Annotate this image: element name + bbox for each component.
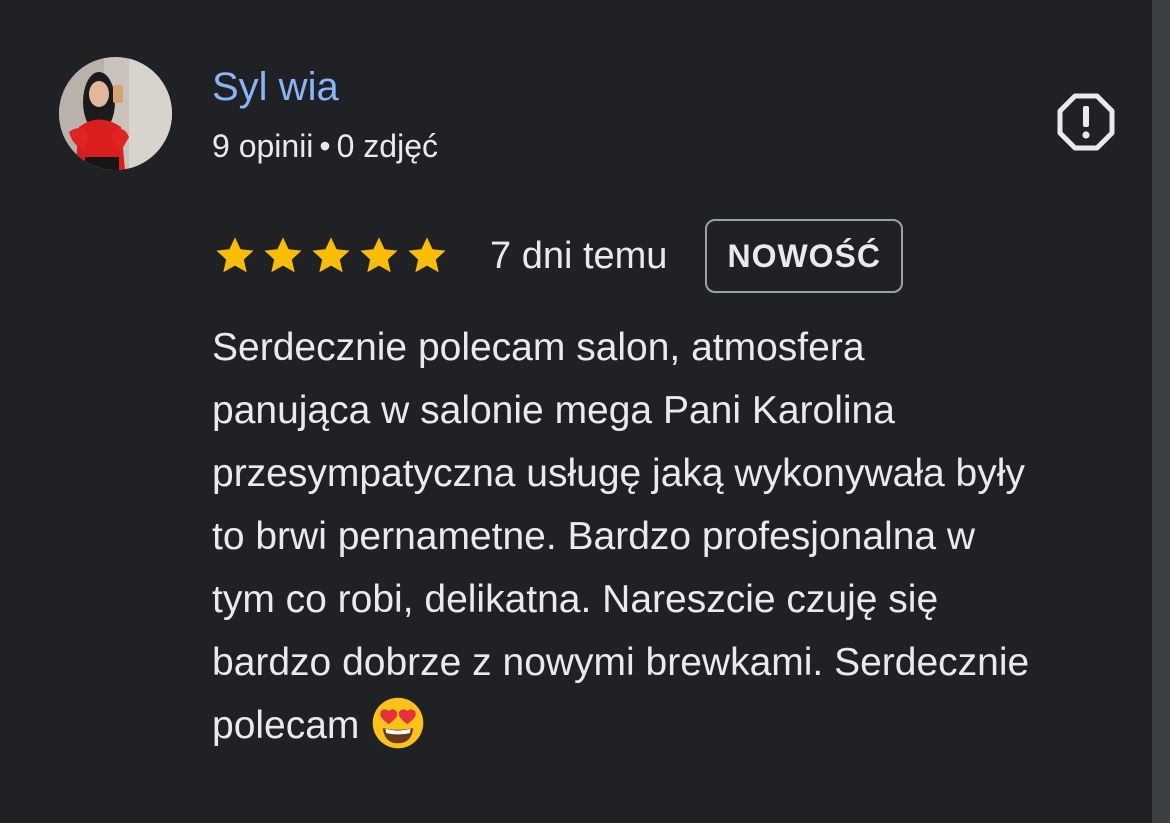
- star-icon: [264, 237, 302, 273]
- star-icon: [360, 237, 398, 273]
- review-line: polecam: [212, 704, 360, 747]
- star-icon: [216, 237, 254, 273]
- scrollbar-edge: [1152, 0, 1170, 823]
- review-line: Serdecznie polecam salon, atmosfera: [212, 326, 865, 369]
- author-name[interactable]: Syl wia: [212, 64, 339, 110]
- new-badge: NOWOŚĆ: [705, 219, 903, 293]
- heart-eyes-emoji-icon: [373, 697, 424, 749]
- alert-octagon-icon: [1057, 93, 1115, 151]
- review-line: przesympatyczna usługę jaką wykonywała b…: [212, 452, 1025, 495]
- star-icon: [408, 237, 446, 273]
- review-card: Syl wia 9 opinii • 0 zdjęć 7 dni temu NOWO…: [0, 0, 1152, 823]
- photos-count: 0 zdjęć: [336, 128, 438, 164]
- review-line: bardzo dobrze z nowymi brewkami. Serdecz…: [212, 641, 1030, 684]
- rating-row: 7 dni temu NOWOŚĆ: [212, 216, 903, 296]
- star-rating: [212, 233, 450, 279]
- author-meta: 9 opinii • 0 zdjęć: [212, 126, 438, 166]
- review-line: panująca w salonie mega Pani Karolina: [212, 389, 895, 432]
- author-avatar[interactable]: [59, 57, 172, 170]
- meta-separator: •: [319, 128, 331, 164]
- report-review-button[interactable]: [1056, 92, 1116, 152]
- review-date: 7 dni temu: [490, 235, 668, 277]
- star-icon: [312, 237, 350, 273]
- review-line: tym co robi, delikatna. Nareszcie czuję …: [212, 578, 939, 621]
- reviews-count: 9 opinii: [212, 128, 314, 164]
- review-text: Serdecznie polecam salon, atmosfera panu…: [212, 316, 1162, 757]
- avatar-photo: [59, 57, 172, 170]
- review-line: to brwi pernametne. Bardzo profesjonalna…: [212, 515, 976, 558]
